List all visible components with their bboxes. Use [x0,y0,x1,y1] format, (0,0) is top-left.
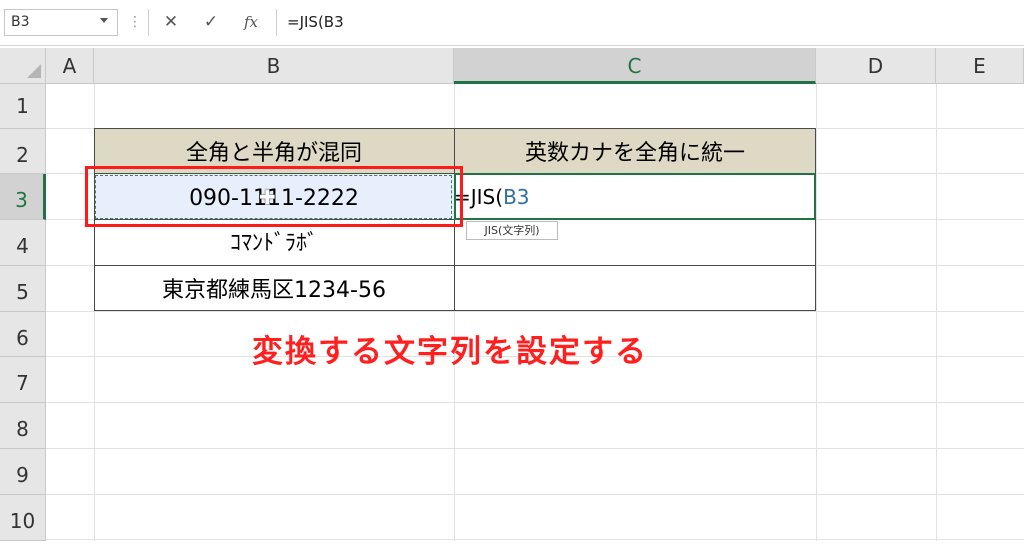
row-header-4[interactable]: 4 [0,220,46,266]
table-border [94,265,816,266]
row-header-5[interactable]: 5 [0,266,46,312]
formula-bar-divider [148,9,149,36]
column-header-e[interactable]: E [936,48,1024,84]
grid-line [46,311,1024,312]
function-tooltip[interactable]: JIS(文字列) [466,221,558,240]
grid-line [46,402,1024,403]
check-icon: ✓ [203,12,219,32]
grid-line [816,84,817,541]
row-header-10[interactable]: 10 [0,495,46,541]
cancel-button[interactable]: ✕ [156,9,186,36]
annotation-text: 変換する文字列を設定する [252,334,648,370]
cell-c5[interactable] [454,265,816,311]
cell-cursor-icon: ✚ [259,185,276,209]
column-header-a[interactable]: A [46,48,94,84]
table-border [94,310,816,311]
cell-c2[interactable]: 英数カナを全角に統一 [454,128,816,173]
function-icon: fx [243,13,258,31]
cell-edit-text[interactable]: =JIS(B3 [454,184,530,210]
formula-reference: B3 [503,185,530,209]
table-border [94,128,816,129]
column-header-b[interactable]: B [94,48,454,84]
grid-line [936,84,937,541]
grid-line [46,448,1024,449]
chevron-down-icon[interactable] [100,18,108,23]
row-header-3[interactable]: 3 [0,174,46,220]
cell-b5[interactable]: 東京都練馬区1234-56 [94,265,454,311]
row-header-2[interactable]: 2 [0,129,46,174]
select-all-triangle-icon [27,64,41,78]
grid-line [46,539,1024,540]
row-header-8[interactable]: 8 [0,403,46,449]
column-header-d[interactable]: D [816,48,936,84]
formula-input[interactable]: =JIS(B3 [276,9,1024,36]
column-header-c[interactable]: C [454,48,816,84]
insert-function-button[interactable]: fx [236,9,266,36]
grid-line [46,494,1024,495]
row-header-1[interactable]: 1 [0,84,46,129]
close-icon: ✕ [163,12,179,32]
enter-button[interactable]: ✓ [196,9,226,36]
more-icon[interactable]: ⋮ [128,12,142,32]
row-header-7[interactable]: 7 [0,357,46,403]
row-header-6[interactable]: 6 [0,312,46,357]
row-header-9[interactable]: 9 [0,449,46,495]
